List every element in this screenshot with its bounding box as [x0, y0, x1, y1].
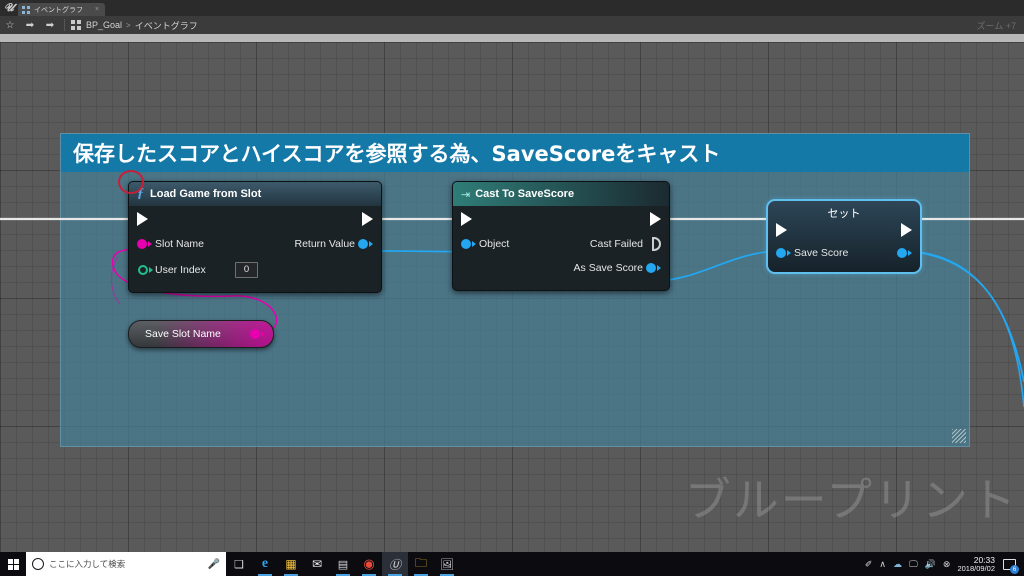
pin-row-slot-name: Slot Name Return Value	[129, 232, 381, 256]
red-circle-highlight-annotation	[118, 170, 144, 194]
node-title: Load Game from Slot	[150, 188, 262, 200]
zoom-level-label: ズーム +7	[976, 20, 1017, 31]
user-index-label: User Index	[155, 264, 206, 276]
unreal-engine-logo-icon: 𝓤	[4, 1, 14, 14]
cast-failed-label: Cast Failed	[589, 238, 643, 250]
node-get-save-slot-name[interactable]: Save Slot Name	[128, 320, 274, 348]
chrome-icon[interactable]: ◉	[356, 552, 382, 576]
show-hidden-icons-icon[interactable]: ∧	[879, 559, 886, 570]
system-tray: ✐ ∧ ☁ 🖵 🔊 ⊗ 20:33 2018/09/02 6	[865, 552, 1024, 576]
calculator-icon[interactable]: ▤	[330, 552, 356, 576]
node-title: Cast To SaveScore	[475, 188, 575, 200]
forward-arrow-icon[interactable]: ➡	[40, 16, 60, 34]
pin-row-as-save-score: As Save Score	[453, 256, 669, 280]
object-input-pin[interactable]	[461, 239, 476, 249]
taskbar-clock[interactable]: 20:33 2018/09/02	[957, 555, 995, 573]
return-value-label: Return Value	[294, 238, 355, 250]
breadcrumb-leaf[interactable]: イベントグラフ	[135, 19, 198, 32]
breadcrumb-separator: >	[126, 20, 131, 30]
tab-label: イベントグラフ	[34, 6, 83, 14]
photos-icon[interactable]: 🖼	[434, 552, 460, 576]
exec-input-pin[interactable]	[137, 212, 148, 226]
blueprint-graph-canvas[interactable]: 保存したスコアとハイスコアを参照する為、SaveScoreをキャスト ブループリ…	[0, 42, 1024, 552]
breadcrumb-toolbar: ☆ ➡ ➡ BP_Goal > イベントグラフ	[0, 16, 1024, 35]
blueprint-tab-icon	[22, 5, 30, 14]
exec-output-pin[interactable]	[362, 212, 373, 226]
exec-row	[768, 219, 920, 241]
network-icon[interactable]: 🖵	[909, 559, 918, 570]
getter-label: Save Slot Name	[145, 328, 221, 340]
onedrive-status-icon[interactable]: ⊗	[943, 559, 951, 570]
node-header[interactable]: ⇥ Cast To SaveScore	[453, 182, 669, 206]
slot-name-input-pin[interactable]	[137, 239, 152, 249]
node-cast-to-savescore[interactable]: ⇥ Cast To SaveScore Object Cast Failed A…	[452, 181, 670, 291]
windows-start-icon[interactable]	[0, 552, 26, 576]
slot-name-label: Slot Name	[155, 238, 205, 250]
taskbar-app-icons: ❑ e ▦ ✉ ▤ ◉ Ⓤ 🗀 🖼	[226, 552, 460, 576]
return-value-output-pin[interactable]	[358, 239, 373, 249]
node-body: Save Score	[768, 219, 920, 265]
exec-input-pin[interactable]	[461, 212, 472, 226]
pen-tray-icon[interactable]: ✐	[865, 559, 873, 570]
node-title: セット	[827, 207, 861, 220]
blueprint-watermark: ブループリント	[684, 473, 1018, 527]
comment-title-text: 保存したスコアとハイスコアを参照する為、SaveScoreをキャスト	[73, 142, 721, 166]
search-placeholder: ここに入力して検索	[49, 559, 126, 569]
exec-output-pin[interactable]	[901, 223, 912, 237]
notification-center-icon[interactable]: 6	[1002, 556, 1019, 574]
blueprint-icon	[71, 20, 81, 30]
object-label: Object	[479, 238, 510, 250]
exec-input-pin[interactable]	[776, 223, 787, 237]
save-score-output-pin[interactable]	[897, 248, 912, 258]
toolbar-divider	[64, 19, 65, 31]
task-view-icon[interactable]: ❑	[226, 552, 252, 576]
save-score-input-pin[interactable]	[776, 248, 791, 258]
user-index-input-pin[interactable]	[138, 265, 153, 275]
taskbar-search-input[interactable]: ここに入力して検索 🎤	[26, 552, 226, 576]
star-icon[interactable]: ☆	[0, 16, 20, 34]
edge-browser-icon[interactable]: e	[252, 552, 278, 576]
comment-title-bar[interactable]: 保存したスコアとハイスコアを参照する為、SaveScoreをキャスト	[61, 134, 969, 172]
node-body: Object Cast Failed As Save Score	[453, 206, 669, 290]
volume-icon[interactable]: 🔊	[925, 559, 936, 570]
user-index-input[interactable]: 0	[235, 262, 258, 278]
exec-output-pin[interactable]	[650, 212, 661, 226]
cloud-icon[interactable]: ☁	[893, 559, 902, 570]
cast-failed-exec-pin[interactable]	[652, 237, 661, 251]
comment-resize-grip[interactable]	[952, 429, 966, 443]
microsoft-store-icon[interactable]: ▦	[278, 552, 304, 576]
tab-event-graph[interactable]: イベントグラフ ×	[18, 3, 106, 16]
file-explorer-icon[interactable]: 🗀	[408, 552, 434, 576]
unreal-engine-icon[interactable]: Ⓤ	[382, 552, 408, 576]
mail-icon[interactable]: ✉	[304, 552, 330, 576]
search-circle-icon	[32, 558, 44, 570]
node-set-save-score[interactable]: セット Save Score	[766, 199, 922, 274]
save-slot-name-output-pin[interactable]	[250, 329, 265, 339]
close-icon[interactable]: ×	[95, 6, 99, 13]
exec-row	[129, 206, 381, 232]
breadcrumb-root[interactable]: BP_Goal	[86, 20, 122, 30]
node-header[interactable]: ƒ Load Game from Slot	[129, 182, 381, 206]
as-save-score-label: As Save Score	[573, 262, 643, 274]
save-score-label: Save Score	[794, 247, 849, 259]
title-tab-strip: 𝓤 イベントグラフ ×	[0, 0, 1024, 16]
pin-row-object: Object Cast Failed	[453, 232, 669, 256]
as-save-score-output-pin[interactable]	[646, 263, 661, 273]
windows-taskbar: ここに入力して検索 🎤 ❑ e ▦ ✉ ▤ ◉ Ⓤ 🗀 🖼 ✐ ∧ ☁ 🖵 🔊 …	[0, 552, 1024, 576]
back-arrow-icon[interactable]: ➡	[20, 16, 40, 34]
exec-row	[453, 206, 669, 232]
pin-row-user-index: User Index 0	[129, 256, 381, 284]
microphone-icon[interactable]: 🎤	[208, 559, 220, 570]
node-body: Slot Name Return Value User Index 0	[129, 206, 381, 292]
pin-row-save-score: Save Score	[768, 241, 920, 265]
toolbar-separator-strip	[0, 34, 1024, 42]
node-load-game-from-slot[interactable]: ƒ Load Game from Slot Slot Name Return V…	[128, 181, 382, 293]
notification-count-badge: 6	[1010, 565, 1019, 574]
clock-date: 2018/09/02	[957, 563, 995, 573]
cast-icon: ⇥	[461, 188, 470, 201]
